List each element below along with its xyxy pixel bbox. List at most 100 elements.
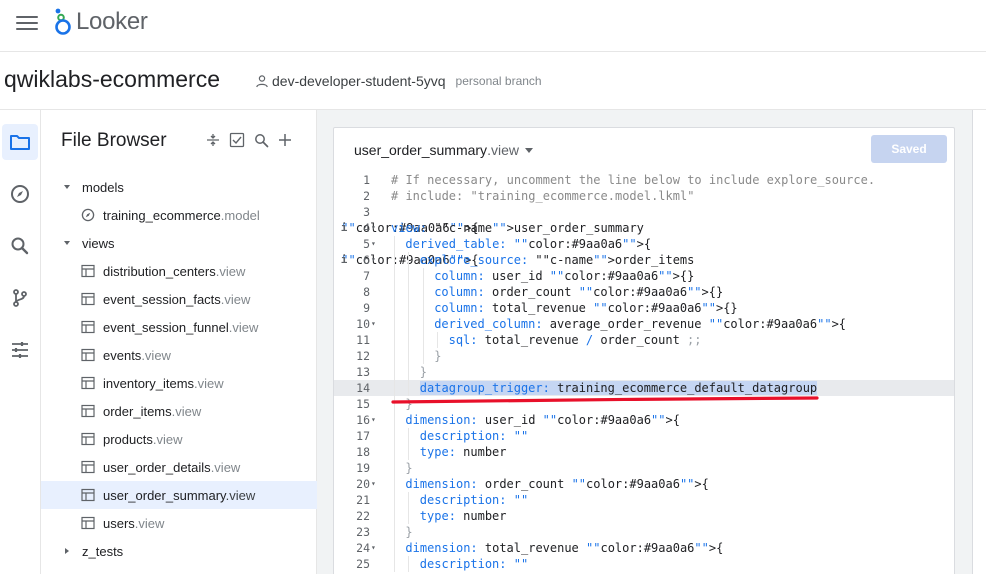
code-line[interactable]: i 4 ▾ view: ""c-name"">user_order_summary "…	[334, 220, 954, 236]
folder-row[interactable]: z_tests	[41, 537, 317, 565]
file-base-name: users	[103, 515, 135, 531]
indent-guide	[422, 348, 424, 364]
code-line[interactable]: 19}	[334, 460, 954, 476]
indent-guide	[394, 380, 395, 396]
file-row[interactable]: user_order_details.view	[41, 453, 317, 481]
code-line[interactable]: 24 ▾ dimension: total_revenue ""color:#9aa…	[334, 540, 954, 556]
looker-logo[interactable]: Looker	[54, 8, 148, 36]
file-row[interactable]: order_items.view	[41, 397, 317, 425]
branch-info: dev-developer-student-5yvq personal bran…	[255, 73, 542, 89]
table-icon	[81, 376, 95, 390]
file-row[interactable]: users.view	[41, 509, 317, 537]
indent-guide	[408, 380, 410, 396]
rail-search[interactable]	[2, 228, 38, 264]
fold-toggle-icon[interactable]: ▾	[371, 476, 379, 492]
file-row[interactable]: products.view	[41, 425, 317, 453]
indent-guide	[394, 460, 395, 476]
looker-logo-icon	[55, 8, 71, 35]
file-row[interactable]: event_session_facts.view	[41, 285, 317, 313]
rail-explore[interactable]	[2, 176, 38, 212]
fold-toggle-icon[interactable]: ▾	[371, 236, 379, 252]
code-line[interactable]: 18 type: number	[334, 444, 954, 460]
file-ext: .view	[228, 319, 259, 335]
table-icon	[81, 348, 95, 362]
collapse-all-button[interactable]	[205, 132, 221, 148]
code-line[interactable]: 12}	[334, 348, 954, 364]
code-line[interactable]: i 6 ▾ explore_source: ""c-name"">order_item…	[334, 252, 954, 268]
table-icon	[81, 292, 95, 306]
code-line[interactable]: 10 ▾ derived_column: average_order_revenue…	[334, 316, 954, 332]
project-bar: qwiklabs-ecommerce dev-developer-student…	[0, 52, 986, 110]
rail-git[interactable]	[2, 280, 38, 316]
code-text: explore_source: ""c-name"">order_items	[419, 253, 695, 267]
branch-user: dev-developer-student-5yvq	[272, 73, 446, 89]
add-file-button[interactable]	[277, 132, 293, 148]
indent-guide	[394, 492, 395, 508]
code-line[interactable]: 25 description: ""	[334, 556, 954, 572]
validate-button[interactable]	[229, 132, 245, 148]
code-line[interactable]: 17 description: ""	[334, 428, 954, 444]
code-line[interactable]: 3	[334, 204, 954, 220]
line-number: 13	[356, 365, 370, 379]
chevron-down-icon[interactable]	[524, 147, 533, 153]
code-line[interactable]: 7 column: user_id ""color:#9aa0a6"">{}	[334, 268, 954, 284]
chevron-right-icon[interactable]	[62, 546, 72, 556]
code-text: dimension: order_count ""color:#9aa0a6""…	[405, 477, 709, 491]
code-text: description: ""	[419, 429, 529, 443]
fold-toggle-icon[interactable]: ▾	[371, 540, 379, 556]
info-icon[interactable]: i	[340, 252, 348, 268]
code-area[interactable]: 1 # If necessary, uncomment the line belo…	[334, 172, 954, 574]
folder-row[interactable]: views	[41, 229, 317, 257]
info-icon[interactable]: i	[340, 220, 348, 236]
code-line[interactable]: 2 # include: "training_ecommerce.model.lk…	[334, 188, 954, 204]
code-line[interactable]: 5 ▾ derived_table: ""color:#9aa0a6"">{	[334, 236, 954, 252]
rail-file-browser[interactable]	[2, 124, 38, 160]
code-line[interactable]: 23}	[334, 524, 954, 540]
file-base-name: products	[103, 431, 153, 447]
folder-name: models	[82, 179, 124, 195]
indent-guide	[394, 540, 395, 556]
code-line[interactable]: 8 column: order_count ""color:#9aa0a6"">{…	[334, 284, 954, 300]
file-row[interactable]: user_order_summary.view	[41, 481, 317, 509]
code-line[interactable]: 11 sql: total_revenue / order_count ;;	[334, 332, 954, 348]
code-line[interactable]: 13}	[334, 364, 954, 380]
code-line[interactable]: 14 datagroup_trigger: training_ecommerce_…	[334, 380, 954, 396]
left-rail	[0, 110, 41, 574]
rail-settings[interactable]	[2, 332, 38, 368]
file-row[interactable]: training_ecommerce.model	[41, 201, 317, 229]
line-number: 4	[363, 221, 370, 235]
code-text: # If necessary, uncomment the line below…	[391, 173, 876, 187]
code-line[interactable]: 9 column: total_revenue ""color:#9aa0a6""…	[334, 300, 954, 316]
line-number: 8	[363, 285, 370, 299]
code-line[interactable]: 1 # If necessary, uncomment the line belo…	[334, 172, 954, 188]
file-search-button[interactable]	[253, 132, 269, 148]
saved-button[interactable]: Saved	[871, 135, 947, 163]
chevron-down-icon[interactable]	[62, 182, 72, 192]
code-line[interactable]: 16 ▾ dimension: user_id ""color:#9aa0a6"">…	[334, 412, 954, 428]
indent-guide	[408, 444, 410, 460]
fold-toggle-icon[interactable]: ▾	[371, 412, 379, 428]
line-number: 10	[356, 317, 370, 331]
code-text: column: user_id ""color:#9aa0a6"">{}	[434, 269, 695, 283]
chevron-down-icon[interactable]	[62, 238, 72, 248]
code-line[interactable]: 15}	[334, 396, 954, 412]
fold-toggle-icon[interactable]: ▾	[371, 316, 379, 332]
file-row[interactable]: events.view	[41, 341, 317, 369]
file-row[interactable]: distribution_centers.view	[41, 257, 317, 285]
code-line[interactable]: 21 description: ""	[334, 492, 954, 508]
file-base-name: event_session_facts	[103, 291, 221, 307]
code-line[interactable]: 20 ▾ dimension: order_count ""color:#9aa0a…	[334, 476, 954, 492]
code-text: derived_table: ""color:#9aa0a6"">{	[405, 237, 652, 251]
folder-row[interactable]: models	[41, 173, 317, 201]
file-ext: .view	[134, 515, 165, 531]
file-row[interactable]: inventory_items.view	[41, 369, 317, 397]
file-tab[interactable]: user_order_summary .view	[354, 142, 533, 158]
fold-toggle-icon[interactable]: ▾	[371, 220, 379, 236]
indent-guide	[408, 428, 410, 444]
code-line[interactable]: 22 type: number	[334, 508, 954, 524]
top-bar: Looker	[0, 0, 986, 52]
hamburger-menu-icon[interactable]	[16, 14, 38, 32]
fold-toggle-icon[interactable]: ▾	[371, 252, 379, 268]
file-row[interactable]: event_session_funnel.view	[41, 313, 317, 341]
file-name: inventory_items.view	[103, 376, 224, 391]
